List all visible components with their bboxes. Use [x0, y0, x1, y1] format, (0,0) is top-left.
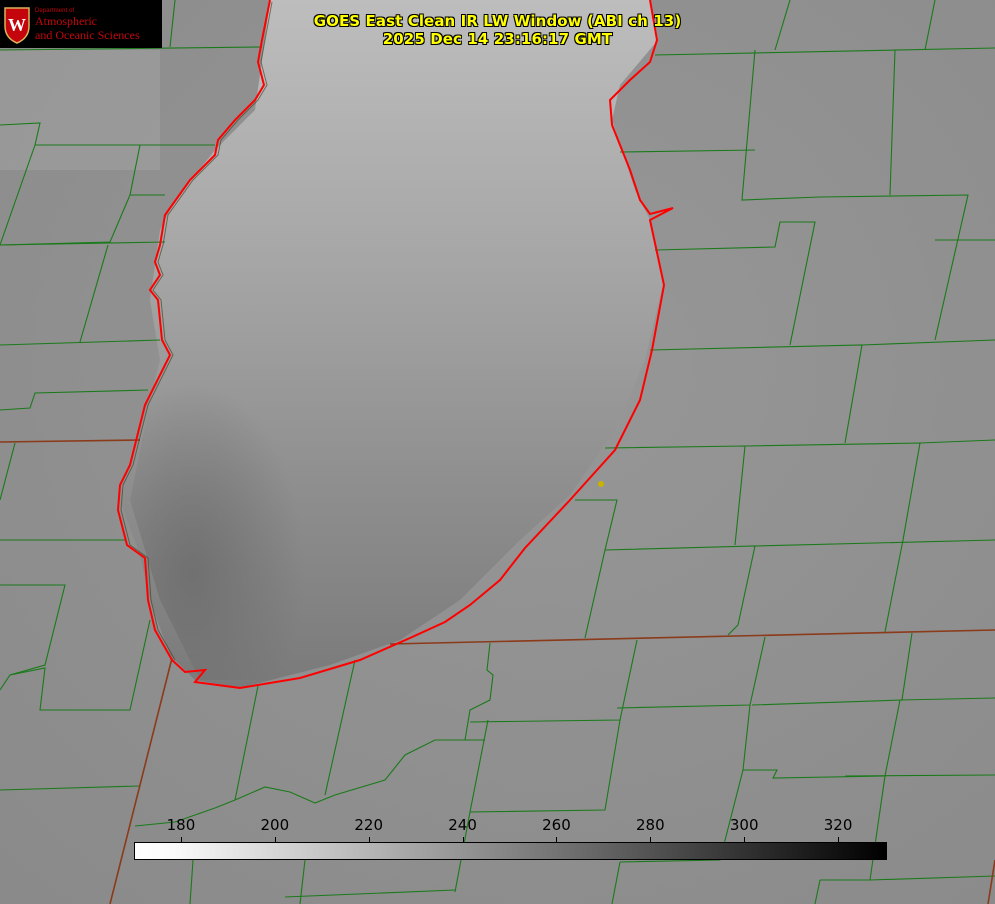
colorbar-tick-label: 280 [635, 816, 665, 834]
land-light-patch [0, 50, 160, 170]
colorbar-tick-label: 180 [166, 816, 196, 834]
colorbar-tick-label: 200 [260, 816, 290, 834]
colorbar-tick-label: 240 [448, 816, 477, 834]
satellite-image [0, 0, 995, 904]
image-title: GOES East Clean IR LW Window (ABI ch 13) [313, 12, 682, 30]
dot-icon [598, 481, 604, 487]
colorbar-tick-label: 300 [729, 816, 759, 834]
colorbar-tick-label: 260 [542, 816, 571, 834]
colorbar-gradient [134, 842, 887, 860]
colorbar-tick-label: 320 [823, 816, 853, 834]
colorbar-ticks: 180 200 220 240 260 280 300 320 [134, 814, 887, 842]
colorbar-tick-label: 220 [354, 816, 384, 834]
image-timestamp: 2025 Dec 14 23:16:17 GMT [382, 30, 613, 48]
colorbar: 180 200 220 240 260 280 300 320 [134, 814, 887, 860]
satellite-map-viewer[interactable]: W Department of Atmospheric and Oceanic … [0, 0, 995, 904]
